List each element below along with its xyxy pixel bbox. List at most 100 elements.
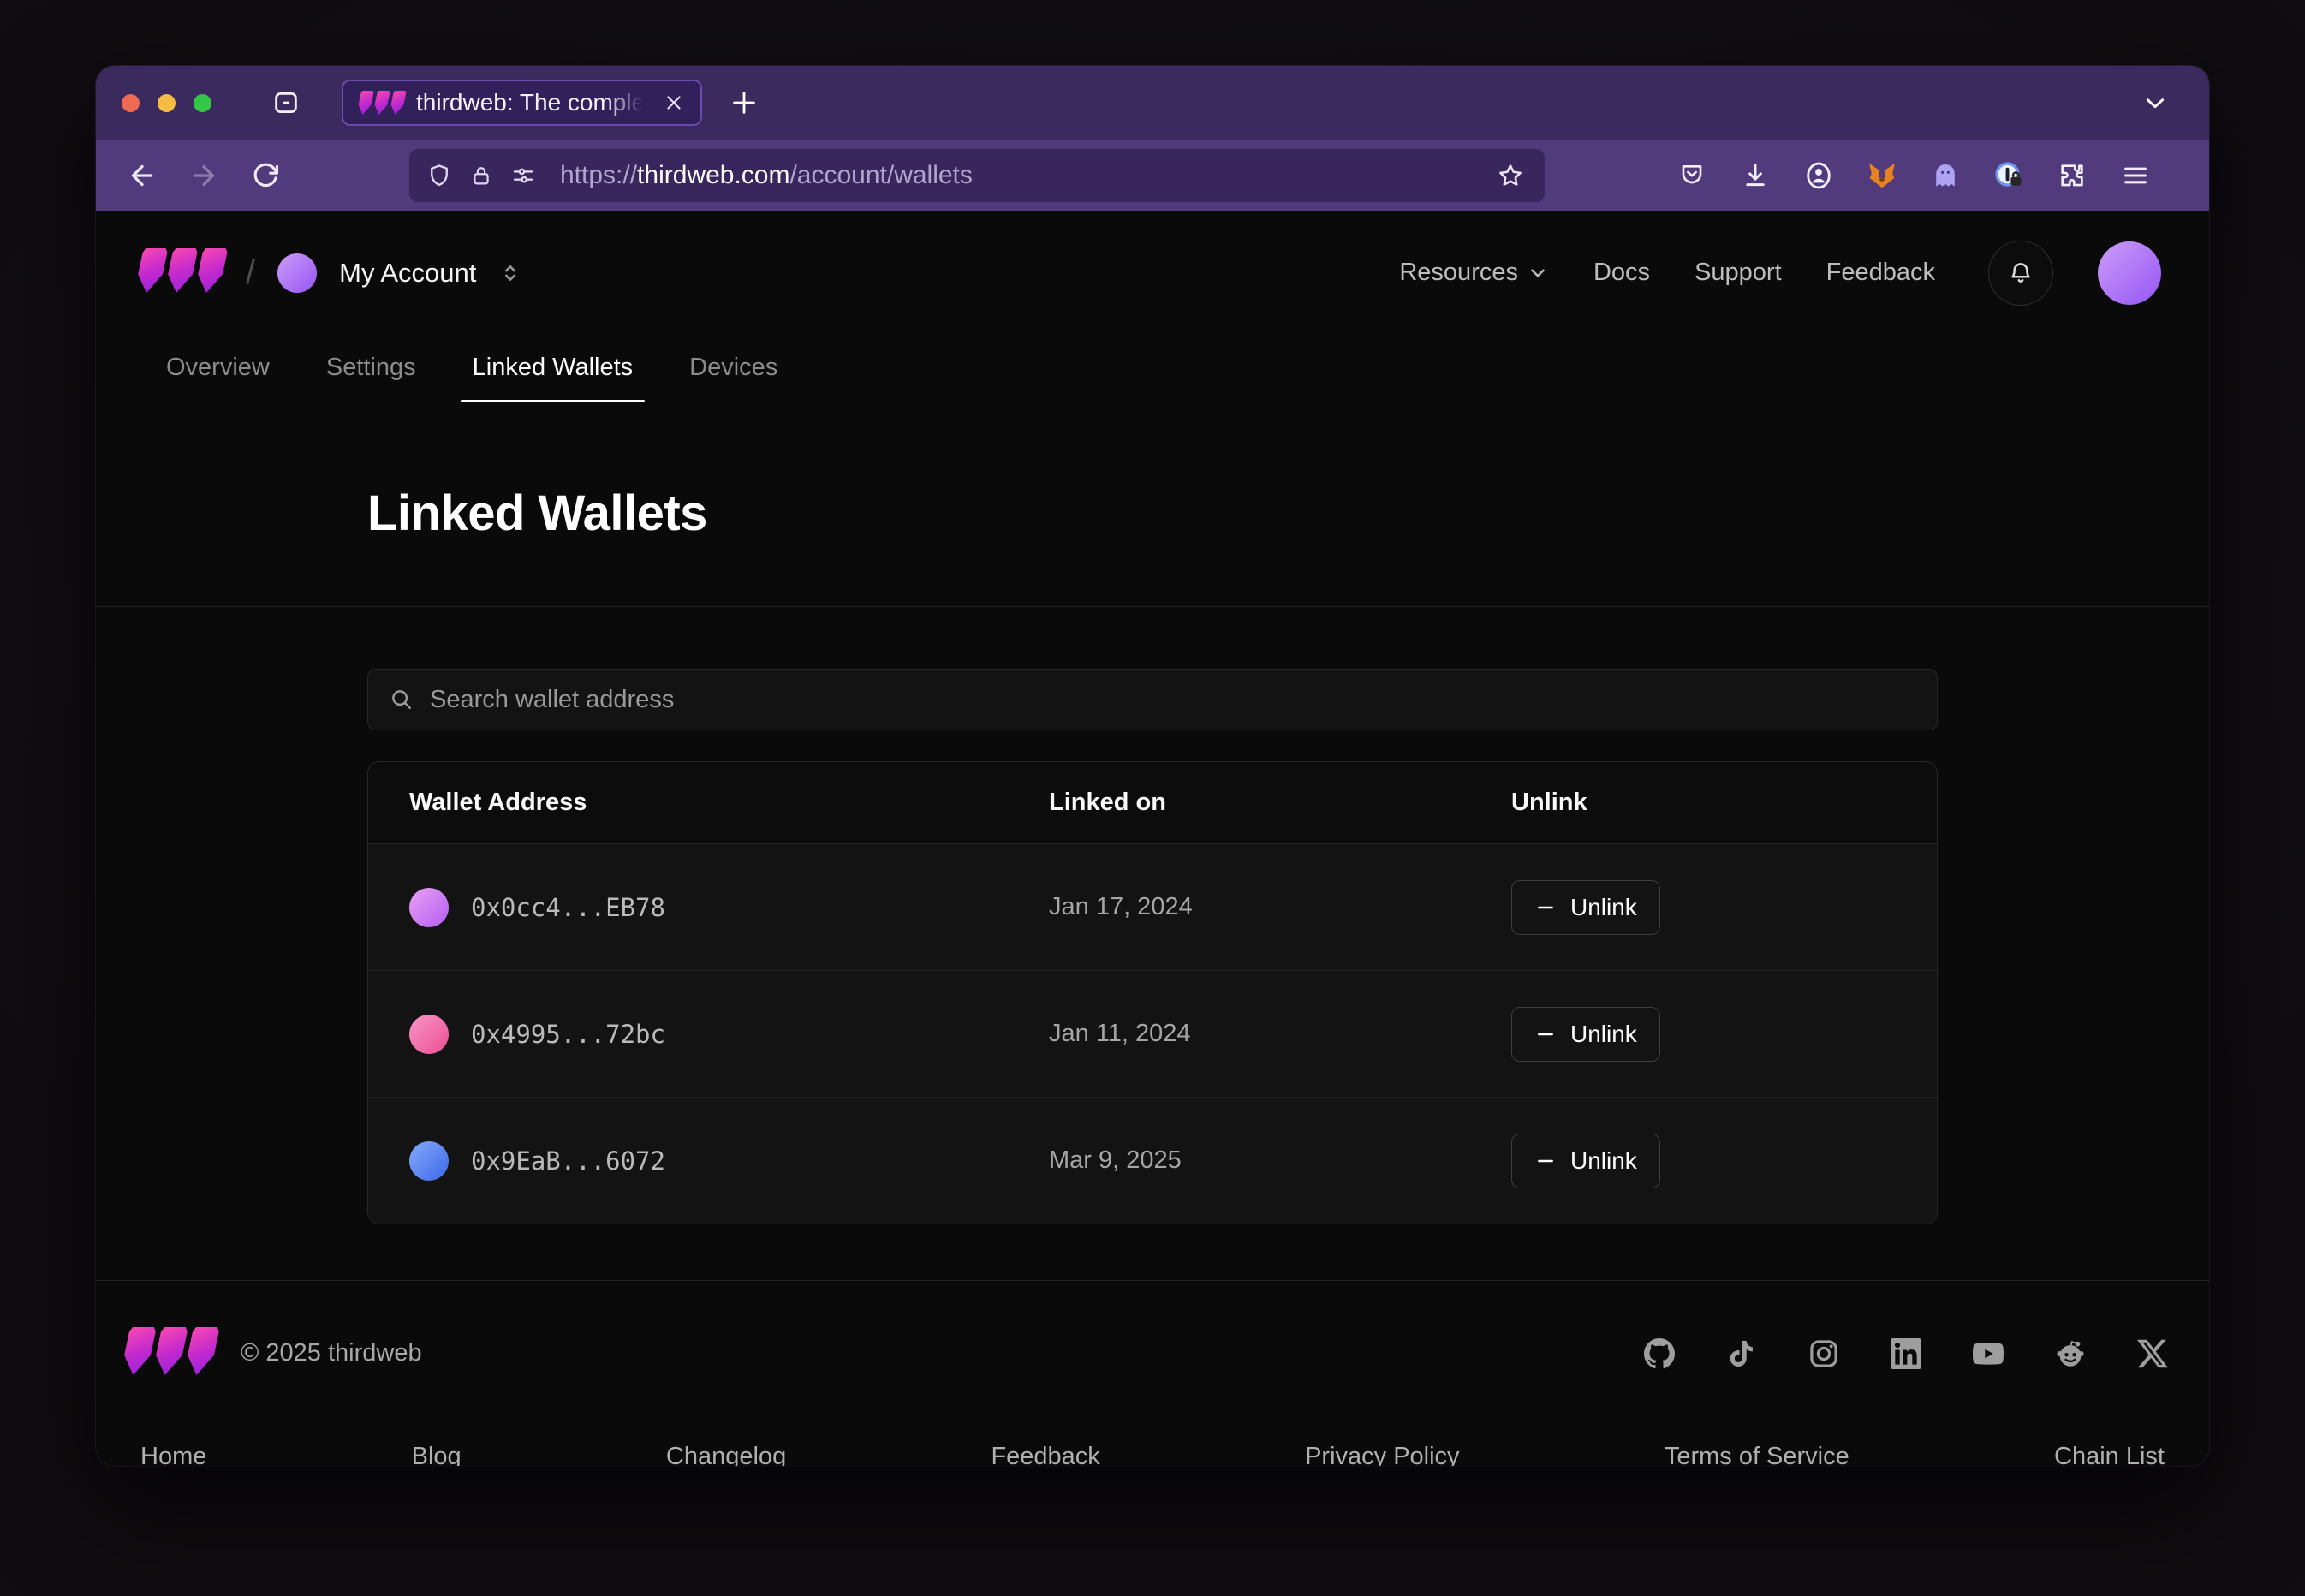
column-header-linked-on: Linked on — [1049, 789, 1511, 817]
footer-link[interactable]: Terms of Service — [1665, 1443, 1849, 1466]
browser-titlebar: thirdweb: The complete web3 de — [96, 66, 2209, 140]
metamask-button[interactable] — [1863, 157, 1901, 194]
tab-list-dropdown-button[interactable] — [2135, 83, 2175, 122]
unlink-button[interactable]: Unlink — [1511, 1007, 1660, 1062]
footer-link[interactable]: Changelog — [666, 1443, 786, 1466]
instagram-icon[interactable] — [1807, 1337, 1841, 1371]
page-title: Linked Wallets — [367, 485, 2161, 542]
footer-link[interactable]: Blog — [412, 1443, 462, 1466]
zoom-window-button[interactable] — [194, 94, 211, 112]
close-icon — [663, 92, 685, 114]
onepassword-icon — [1993, 160, 2024, 191]
address-bar[interactable]: https://thirdweb.com/account/wallets — [409, 149, 1545, 202]
back-button[interactable] — [122, 155, 163, 196]
header-nav-link[interactable]: Docs — [1593, 259, 1650, 287]
account-button[interactable] — [1800, 157, 1837, 194]
notifications-button[interactable] — [1988, 241, 2053, 306]
github-icon[interactable] — [1642, 1337, 1677, 1371]
minimize-window-button[interactable] — [158, 94, 176, 112]
youtube-icon[interactable] — [1971, 1337, 2005, 1371]
browser-toolbar: https://thirdweb.com/account/wallets — [96, 140, 2209, 211]
wallets-section: Wallet Address Linked on Unlink 0x0cc4..… — [96, 607, 2209, 1281]
tab-close-button[interactable] — [659, 88, 688, 117]
header-nav-link[interactable]: Resources — [1399, 259, 1549, 287]
pocket-icon — [1678, 162, 1706, 189]
header-nav-link[interactable]: Feedback — [1826, 259, 1935, 287]
account-tab[interactable]: Devices — [677, 334, 789, 402]
url-text[interactable]: https://thirdweb.com/account/wallets — [560, 161, 973, 190]
tiktok-icon[interactable] — [1724, 1337, 1759, 1371]
linkedin-icon[interactable] — [1889, 1337, 1923, 1371]
minus-icon — [1534, 896, 1557, 919]
footer-thirdweb-logo-icon[interactable] — [125, 1327, 215, 1379]
thirdweb-favicon-icon — [356, 91, 407, 115]
wallet-address: 0x4995...72bc — [471, 1020, 665, 1049]
title-section: Linked Wallets — [96, 402, 2209, 607]
footer-links: Home Blog Changelog Feedback Privacy Pol… — [96, 1443, 2209, 1466]
search-icon — [389, 687, 414, 712]
footer-link[interactable]: Privacy Policy — [1305, 1443, 1460, 1466]
firefox-view-button[interactable] — [266, 83, 306, 122]
unlink-button[interactable]: Unlink — [1511, 880, 1660, 935]
breadcrumb: / My Account — [139, 248, 522, 297]
header-nav-link[interactable]: Support — [1695, 259, 1782, 287]
x-icon[interactable] — [2135, 1337, 2170, 1371]
onepassword-button[interactable] — [1990, 157, 2028, 194]
reddit-icon[interactable] — [2053, 1337, 2088, 1371]
unlink-cell: Unlink — [1511, 1134, 1896, 1188]
app-menu-button[interactable] — [2117, 157, 2154, 194]
chevron-down-icon — [1527, 262, 1549, 284]
footer-brand: © 2025 thirdweb — [125, 1327, 422, 1379]
unlink-cell: Unlink — [1511, 1007, 1896, 1062]
social-links — [1642, 1337, 2170, 1371]
wallet-avatar — [409, 888, 449, 927]
thirdweb-logo-icon[interactable] — [139, 248, 223, 297]
linked-on-date: Jan 17, 2024 — [1049, 893, 1511, 921]
window-controls — [96, 94, 211, 112]
reload-button[interactable] — [245, 155, 286, 196]
back-arrow-icon — [127, 160, 158, 191]
tab-title: thirdweb: The complete web3 de — [416, 89, 647, 116]
lock-icon[interactable] — [469, 164, 493, 188]
phantom-ghost-icon — [1931, 161, 1960, 190]
permissions-sliders-icon[interactable] — [510, 163, 536, 188]
new-tab-button[interactable] — [724, 83, 764, 122]
wallet-avatar — [409, 1015, 449, 1054]
wallet-table-row: 0x9EaB...6072 Mar 9, 2025 Unlink — [368, 1097, 1937, 1224]
extension-toolbar — [1673, 157, 2154, 194]
user-avatar[interactable] — [2098, 241, 2161, 305]
linked-wallets-table: Wallet Address Linked on Unlink 0x0cc4..… — [367, 761, 1938, 1224]
plus-icon — [730, 88, 759, 117]
pocket-button[interactable] — [1673, 157, 1711, 194]
phantom-button[interactable] — [1927, 157, 1964, 194]
extensions-button[interactable] — [2053, 157, 2091, 194]
search-input[interactable] — [430, 686, 1916, 714]
forward-button[interactable] — [183, 155, 224, 196]
metamask-fox-icon — [1867, 160, 1897, 191]
puzzle-icon — [2058, 162, 2086, 189]
account-switcher[interactable]: My Account — [339, 258, 476, 289]
unlink-button[interactable]: Unlink — [1511, 1134, 1660, 1188]
account-tab[interactable]: Linked Wallets — [461, 334, 646, 402]
chevron-down-icon — [2141, 89, 2169, 116]
footer-link[interactable]: Chain List — [2054, 1443, 2165, 1466]
footer-link[interactable]: Feedback — [991, 1443, 1099, 1466]
minus-icon — [1534, 1150, 1557, 1172]
footer-link[interactable]: Home — [140, 1443, 206, 1466]
close-window-button[interactable] — [122, 94, 140, 112]
account-tabs: Overview Settings Linked Wallets Devices — [96, 334, 2209, 402]
minus-icon — [1534, 1023, 1557, 1045]
browser-tab[interactable]: thirdweb: The complete web3 de — [342, 80, 702, 126]
copyright-text: © 2025 thirdweb — [241, 1339, 422, 1367]
account-tab[interactable]: Overview — [154, 334, 282, 402]
chevron-sort-icon[interactable] — [498, 261, 522, 285]
downloads-button[interactable] — [1736, 157, 1774, 194]
page-content: / My Account Resources Docs Support Feed… — [96, 211, 2209, 1466]
bookmark-star-button[interactable] — [1492, 157, 1529, 194]
account-tab[interactable]: Settings — [314, 334, 428, 402]
site-header: / My Account Resources Docs Support Feed… — [96, 211, 2209, 334]
url-path: /account/wallets — [789, 161, 972, 189]
wallet-address-cell: 0x0cc4...EB78 — [409, 888, 1049, 927]
wallet-search[interactable] — [367, 669, 1938, 730]
shield-icon[interactable] — [426, 163, 452, 188]
